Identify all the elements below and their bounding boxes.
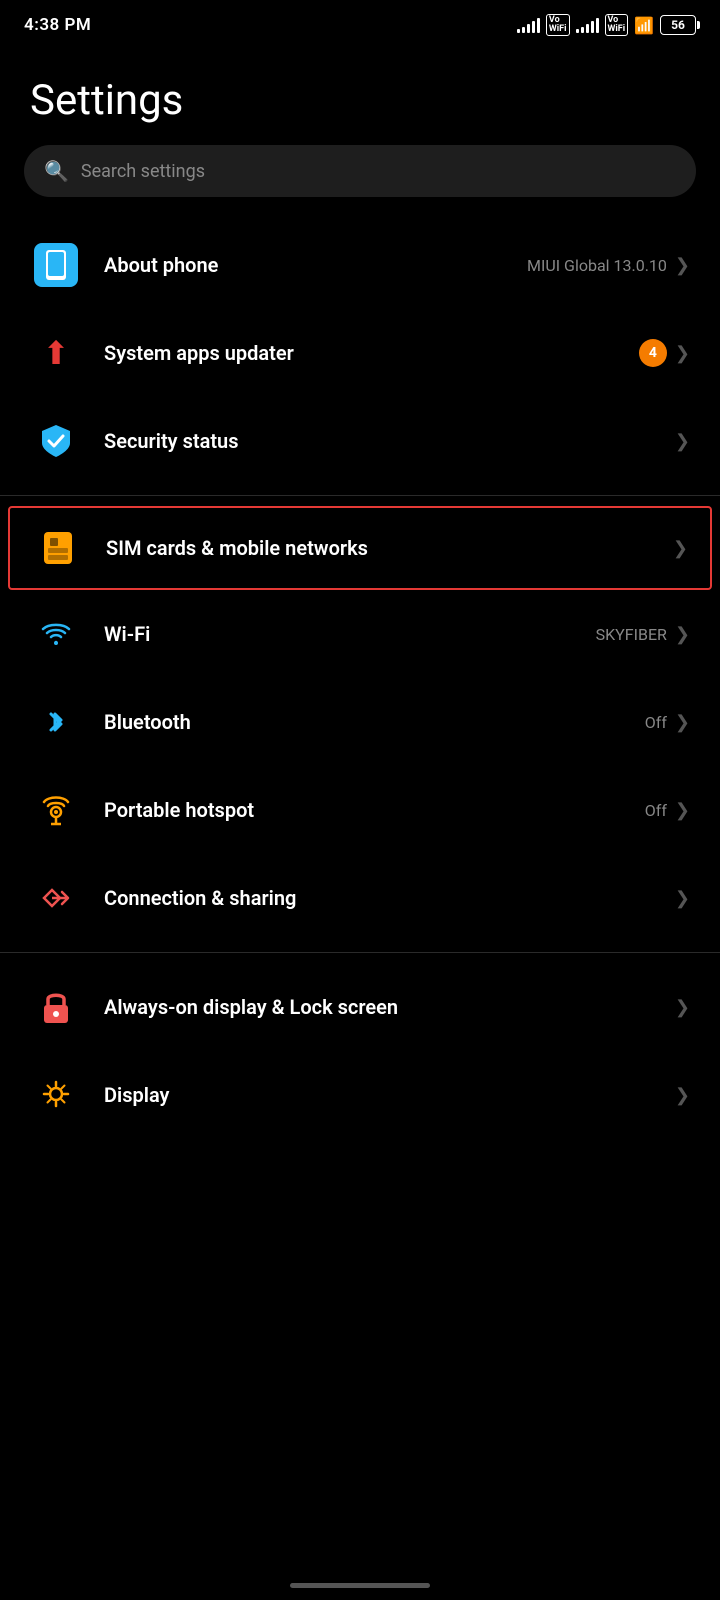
wifi-value: SKYFIBER: [596, 625, 667, 644]
hotspot-label: Portable hotspot: [104, 798, 645, 822]
lock-icon: [30, 981, 82, 1033]
about-phone-value: MIUI Global 13.0.10: [527, 256, 667, 275]
settings-item-portable-hotspot[interactable]: Portable hotspot Off ❯: [0, 766, 720, 854]
display-chevron: ❯: [675, 1085, 690, 1106]
search-input[interactable]: Search settings: [81, 161, 205, 182]
connection-chevron: ❯: [675, 888, 690, 909]
settings-item-display[interactable]: Display ❯: [0, 1051, 720, 1139]
status-icons: VoWiFi VoWiFi 📶 56: [517, 14, 696, 36]
settings-item-always-on-display[interactable]: Always-on display & Lock screen ❯: [0, 963, 720, 1051]
hotspot-chevron: ❯: [675, 800, 690, 821]
page-title: Settings: [0, 46, 720, 145]
search-bar[interactable]: 🔍 Search settings: [24, 145, 696, 197]
display-icon: [30, 1069, 82, 1121]
update-badge: 4: [639, 339, 667, 367]
sim-cards-chevron: ❯: [673, 538, 688, 559]
connection-label: Connection & sharing: [104, 886, 675, 910]
settings-item-sim-cards[interactable]: SIM cards & mobile networks ❯: [8, 506, 712, 590]
bluetooth-chevron: ❯: [675, 712, 690, 733]
bluetooth-icon: [30, 696, 82, 748]
phone-icon: [30, 239, 82, 291]
display-label: Display: [104, 1083, 675, 1107]
settings-item-security-status[interactable]: Security status ❯: [0, 397, 720, 485]
settings-item-system-apps-updater[interactable]: ⬆ System apps updater 4 ❯: [0, 309, 720, 397]
system-apps-label: System apps updater: [104, 341, 639, 365]
always-on-display-chevron: ❯: [675, 997, 690, 1018]
settings-list: About phone MIUI Global 13.0.10 ❯ ⬆ Syst…: [0, 221, 720, 1139]
wifi-label: Wi-Fi: [104, 622, 596, 646]
divider-1: [0, 495, 720, 496]
status-time: 4:38 PM: [24, 15, 91, 35]
sim-cards-label: SIM cards & mobile networks: [106, 536, 673, 560]
vo-wifi-badge-1: VoWiFi: [546, 14, 570, 36]
settings-item-bluetooth[interactable]: Bluetooth Off ❯: [0, 678, 720, 766]
system-apps-chevron: ❯: [675, 343, 690, 364]
security-status-chevron: ❯: [675, 431, 690, 452]
always-on-display-label: Always-on display & Lock screen: [104, 995, 675, 1019]
signal-bars-2: [576, 17, 599, 33]
vo-wifi-badge-2: VoWiFi: [605, 14, 629, 36]
signal-bars-1: [517, 17, 540, 33]
bluetooth-value: Off: [645, 713, 667, 732]
shield-icon: [30, 415, 82, 467]
wifi-chevron: ❯: [675, 624, 690, 645]
battery-indicator: 56: [660, 15, 696, 35]
hotspot-icon: [30, 784, 82, 836]
settings-item-connection-sharing[interactable]: Connection & sharing ❯: [0, 854, 720, 942]
connection-icon: [30, 872, 82, 924]
wifi-icon: [30, 608, 82, 660]
about-phone-chevron: ❯: [675, 255, 690, 276]
about-phone-label: About phone: [104, 253, 527, 277]
wifi-status-icon: 📶: [634, 16, 654, 35]
security-status-label: Security status: [104, 429, 675, 453]
arrow-up-icon: ⬆: [30, 327, 82, 379]
hotspot-value: Off: [645, 801, 667, 820]
divider-2: [0, 952, 720, 953]
settings-item-wifi[interactable]: Wi-Fi SKYFIBER ❯: [0, 590, 720, 678]
bluetooth-label: Bluetooth: [104, 710, 645, 734]
search-icon: 🔍: [44, 159, 69, 183]
sim-icon: [32, 522, 84, 574]
status-bar: 4:38 PM VoWiFi VoWiFi 📶 56: [0, 0, 720, 46]
bottom-nav-indicator: [290, 1583, 430, 1588]
settings-item-about-phone[interactable]: About phone MIUI Global 13.0.10 ❯: [0, 221, 720, 309]
